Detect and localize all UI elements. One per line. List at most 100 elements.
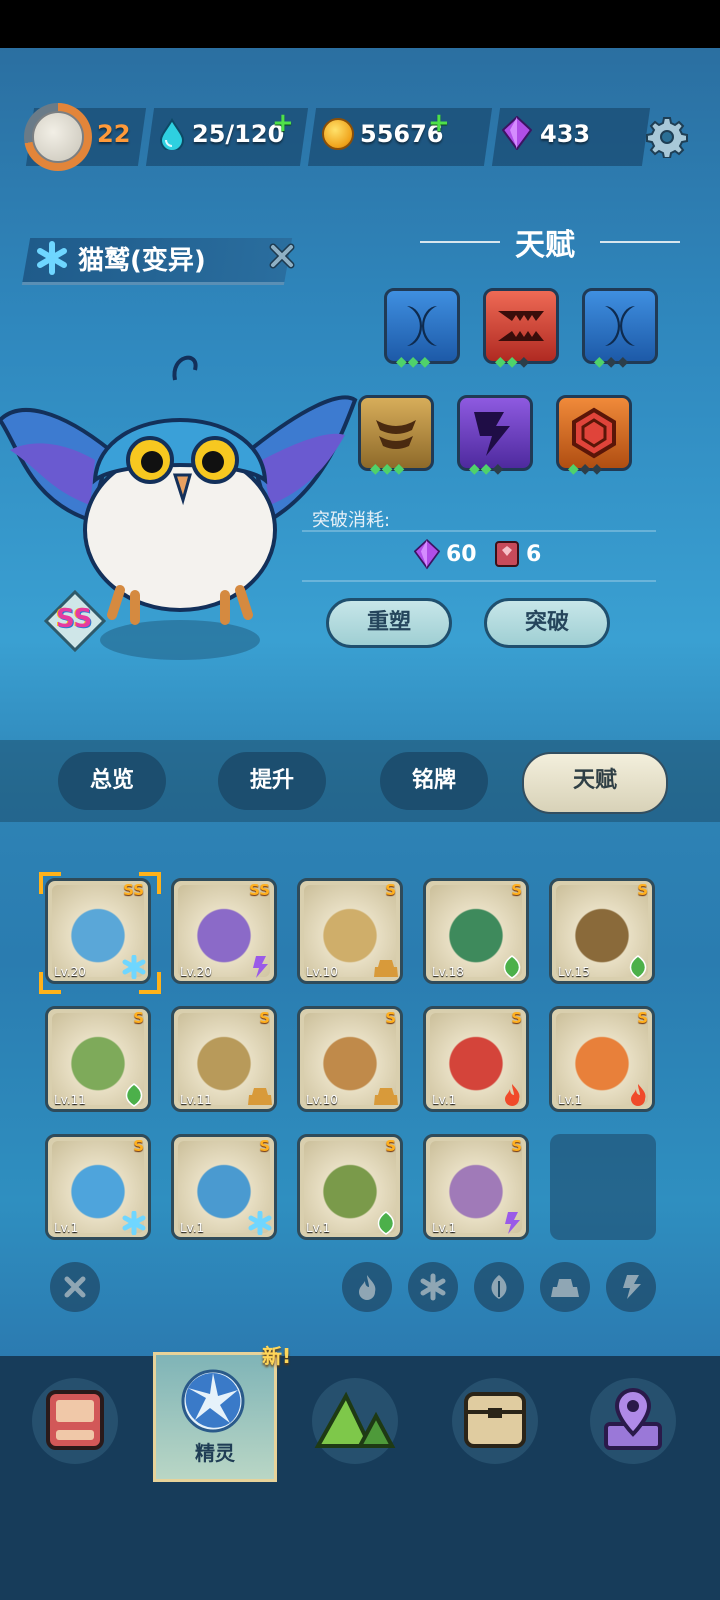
breakthrough-button[interactable]: 突破 [484,598,610,648]
new-tag: 新! [262,1344,292,1368]
layers-icon [376,420,416,449]
talent-slot-2[interactable] [483,288,559,364]
nav-adventure[interactable] [312,1378,398,1464]
settings-gear-icon[interactable] [646,116,688,158]
pet-card[interactable]: S Lv.1 [549,1006,655,1112]
book-icon [495,541,519,567]
crescent-icon [407,306,437,346]
thunder-element-icon [253,956,268,978]
pet-card[interactable]: S Lv.1 [423,1006,529,1112]
chest-icon [464,1392,526,1448]
aperture-icon [181,1369,245,1433]
reset-button[interactable]: 重塑 [326,598,452,648]
ice-element-icon [122,1211,146,1235]
nav-map[interactable] [590,1378,676,1464]
filter-ice[interactable] [408,1262,458,1312]
pet-level: Lv.11 [54,1093,86,1107]
player-avatar[interactable] [32,111,84,163]
pet-rank: S [637,881,648,899]
pet-card[interactable]: S Lv.1 [297,1134,403,1240]
talent-slot-6[interactable] [556,395,632,471]
pet-rank: SS [249,881,270,899]
pet-card[interactable]: S Lv.1 [171,1134,277,1240]
add-stamina-button[interactable]: + [272,108,294,138]
fire-element-icon [505,1084,520,1106]
hexagon-icon [572,407,616,459]
pet-rank: S [511,881,522,899]
talent-level-dots-3: ◆◆◆ [594,354,630,370]
tab-upgrade[interactable]: 提升 [218,752,326,810]
pet-card[interactable]: S Lv.11 [45,1006,151,1112]
thunder-element-icon [505,1212,520,1234]
pet-level: Lv.1 [432,1093,457,1107]
pet-card[interactable]: SS Lv.20 [171,878,277,984]
filter-leaf[interactable] [474,1262,524,1312]
nav-pets-label: 精灵 [195,1441,235,1465]
cost-gems: 60 [446,542,477,567]
leaf-icon [491,1275,507,1299]
pet-rank: S [385,1009,396,1027]
talent-slot-3[interactable] [582,288,658,364]
tab-talent[interactable]: 天赋 [522,752,668,814]
talent-slot-5[interactable] [457,395,533,471]
divider [302,580,656,582]
talent-level-dots-6: ◆◆◆ [568,461,604,477]
talent-level-dots-5: ◆◆◆ [469,461,505,477]
pet-level: Lv.1 [306,1221,331,1235]
purple-gem-icon [414,538,440,570]
nav-battle[interactable] [32,1378,118,1464]
pet-rank: S [259,1137,270,1155]
pet-level: Lv.10 [306,1093,338,1107]
filter-earth[interactable] [540,1262,590,1312]
pet-level: Lv.1 [432,1221,457,1235]
release-x-icon[interactable] [266,240,298,272]
ice-element-icon [37,241,67,275]
filter-thunder[interactable] [606,1262,656,1312]
break-cost-label: 突破消耗: [312,510,391,531]
clear-filter-button[interactable] [50,1262,100,1312]
pet-level: Lv.1 [558,1093,583,1107]
tab-overview[interactable]: 总览 [58,752,166,810]
talent-level-dots-2: ◆◆◆ [495,354,531,370]
pet-card[interactable]: S Lv.18 [423,878,529,984]
earth-icon [551,1279,579,1297]
talent-slot-4[interactable] [358,395,434,471]
pet-card[interactable]: S Lv.1 [45,1134,151,1240]
pet-level: Lv.15 [558,965,590,979]
earth-element-icon [248,1088,272,1105]
add-coin-button[interactable]: + [428,108,450,138]
pet-level: Lv.1 [54,1221,79,1235]
selection-corner [139,872,161,894]
talent-title: 天赋 [515,228,575,263]
lightning-icon [474,412,510,456]
player-level: 22 [97,120,131,148]
stamina-value: 25/120 [192,120,285,148]
nav-bag[interactable] [452,1378,538,1464]
leaf-element-icon [377,1211,395,1235]
leaf-element-icon [629,955,647,979]
selection-corner [39,872,61,894]
pet-card[interactable]: S Lv.15 [549,878,655,984]
earth-element-icon [374,960,398,977]
purple-gem-icon [502,116,532,150]
pet-card[interactable]: S Lv.10 [297,1006,403,1112]
pet-name: 猫鹫(变异) [78,246,206,276]
pet-card[interactable]: S Lv.1 [423,1134,529,1240]
pet-card[interactable]: S Lv.11 [171,1006,277,1112]
pet-rank: S [511,1009,522,1027]
ice-element-icon [248,1211,272,1235]
status-bar [0,0,720,48]
pet-card[interactable]: S Lv.10 [297,878,403,984]
location-pin-icon [604,1387,662,1450]
talent-level-dots-4: ◆◆◆ [370,461,406,477]
talent-slot-1[interactable] [384,288,460,364]
lightning-icon [623,1275,641,1299]
pet-rank: S [133,1137,144,1155]
ice-icon [420,1273,446,1301]
selection-corner [139,972,161,994]
cost-books: 6 [526,542,542,567]
filter-fire[interactable] [342,1262,392,1312]
divider [302,530,656,532]
tab-nameplate[interactable]: 铭牌 [380,752,488,810]
player-level-ring[interactable] [24,103,92,171]
